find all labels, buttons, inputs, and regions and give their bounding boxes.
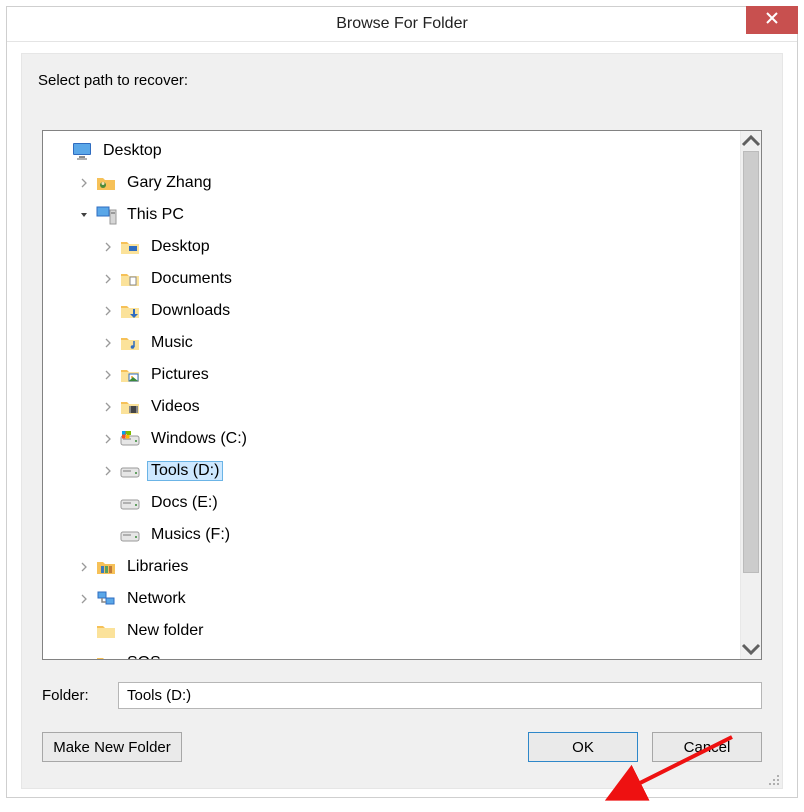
network-icon [95, 588, 117, 610]
tree-item[interactable]: SOS [43, 647, 740, 659]
folder-input[interactable] [118, 682, 762, 709]
cancel-button[interactable]: Cancel [652, 732, 762, 762]
tree-item[interactable]: Docs (E:) [43, 487, 740, 519]
expander-spacer [101, 528, 115, 542]
tree-item-label: Docs (E:) [147, 493, 222, 513]
folder-label: Folder: [42, 687, 118, 704]
tree-item[interactable]: Musics (F:) [43, 519, 740, 551]
chevron-right-icon[interactable] [101, 400, 115, 414]
tree-item[interactable]: Desktop [43, 135, 740, 167]
expander-spacer [101, 496, 115, 510]
tree-item-label: Videos [147, 397, 204, 417]
resize-grip[interactable] [766, 772, 780, 786]
chevron-right-icon[interactable] [101, 432, 115, 446]
make-new-folder-button[interactable]: Make New Folder [42, 732, 182, 762]
folder-docs-icon [119, 268, 141, 290]
folder-music-icon [119, 332, 141, 354]
title-bar[interactable]: Browse For Folder [7, 7, 797, 42]
button-row: Make New Folder OK Cancel [42, 732, 762, 764]
pc-icon [95, 204, 117, 226]
scroll-down-icon [741, 639, 761, 659]
scroll-down-button[interactable] [741, 639, 761, 659]
chevron-right-icon[interactable] [77, 592, 91, 606]
drive-icon [119, 492, 141, 514]
expander-spacer [77, 624, 91, 638]
folder-tree-container: Desktop Gary Zhang This PC Desktop Documents… [42, 130, 762, 660]
monitor-icon [71, 140, 93, 162]
drive-icon [119, 524, 141, 546]
libraries-icon [95, 556, 117, 578]
tree-item-label: This PC [123, 205, 188, 225]
tree-item[interactable]: Libraries [43, 551, 740, 583]
drive-icon [119, 460, 141, 482]
chevron-right-icon[interactable] [101, 304, 115, 318]
close-button[interactable] [746, 6, 798, 34]
tree-item-label: Pictures [147, 365, 213, 385]
folder-down-icon [119, 300, 141, 322]
tree-item-label: Desktop [99, 141, 166, 161]
browse-folder-dialog: Browse For Folder Select path to recover… [6, 6, 798, 798]
scrollbar-thumb[interactable] [743, 151, 759, 573]
dialog-body: Select path to recover: Desktop Gary Zhan… [21, 53, 783, 789]
vertical-scrollbar[interactable] [740, 131, 761, 659]
chevron-right-icon[interactable] [101, 240, 115, 254]
folder-desktop-icon [119, 236, 141, 258]
chevron-down-icon[interactable] [77, 208, 91, 222]
chevron-right-icon[interactable] [77, 176, 91, 190]
dialog-title: Browse For Folder [336, 15, 468, 33]
tree-item-label: Music [147, 333, 197, 353]
user-folder-icon [95, 172, 117, 194]
tree-item[interactable]: Videos [43, 391, 740, 423]
folder-tree[interactable]: Desktop Gary Zhang This PC Desktop Documents… [43, 131, 740, 659]
folder-row: Folder: [42, 680, 762, 710]
folder-icon [95, 620, 117, 642]
expander-spacer [77, 656, 91, 659]
tree-item[interactable]: Windows (C:) [43, 423, 740, 455]
tree-item[interactable]: This PC [43, 199, 740, 231]
tree-item-label: Libraries [123, 557, 192, 577]
expander-spacer [53, 144, 67, 158]
drive-win-icon [119, 428, 141, 450]
tree-item[interactable]: Music [43, 327, 740, 359]
chevron-right-icon[interactable] [101, 336, 115, 350]
tree-item-label: Network [123, 589, 190, 609]
folder-icon [95, 652, 117, 659]
tree-item[interactable]: Pictures [43, 359, 740, 391]
tree-item-label: Downloads [147, 301, 234, 321]
tree-item[interactable]: Tools (D:) [43, 455, 740, 487]
chevron-right-icon[interactable] [101, 272, 115, 286]
tree-item-label: SOS [123, 653, 165, 659]
resize-grip-icon [766, 772, 780, 786]
tree-item-label: Windows (C:) [147, 429, 251, 449]
tree-item[interactable]: Downloads [43, 295, 740, 327]
scroll-up-icon [741, 131, 761, 151]
tree-item-label: Tools (D:) [147, 461, 223, 481]
instruction-text: Select path to recover: [38, 72, 188, 89]
chevron-right-icon[interactable] [101, 464, 115, 478]
tree-item[interactable]: Desktop [43, 231, 740, 263]
tree-item[interactable]: Network [43, 583, 740, 615]
tree-item-label: Musics (F:) [147, 525, 234, 545]
scroll-up-button[interactable] [741, 131, 761, 151]
tree-item[interactable]: Documents [43, 263, 740, 295]
tree-item-label: Desktop [147, 237, 214, 257]
tree-item-label: Gary Zhang [123, 173, 215, 193]
tree-item[interactable]: Gary Zhang [43, 167, 740, 199]
chevron-right-icon[interactable] [101, 368, 115, 382]
folder-pics-icon [119, 364, 141, 386]
tree-item-label: Documents [147, 269, 236, 289]
chevron-right-icon[interactable] [77, 560, 91, 574]
tree-item[interactable]: New folder [43, 615, 740, 647]
close-icon [765, 11, 779, 29]
folder-video-icon [119, 396, 141, 418]
tree-item-label: New folder [123, 621, 207, 641]
ok-button[interactable]: OK [528, 732, 638, 762]
